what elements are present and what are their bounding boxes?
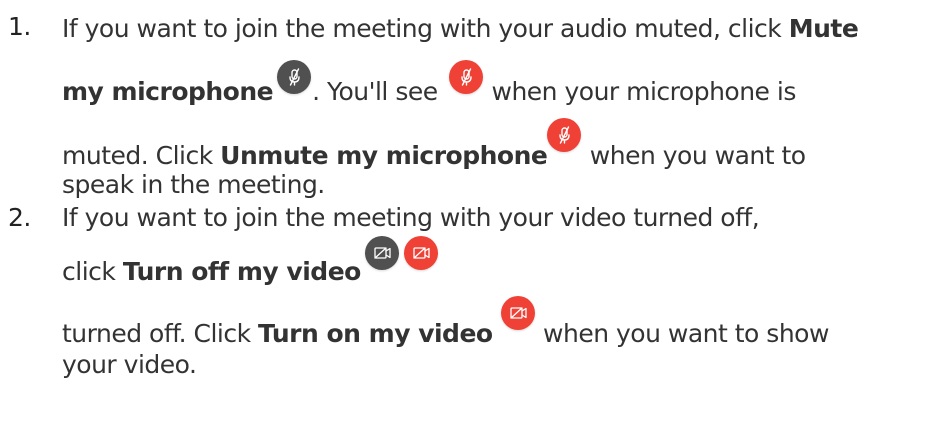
instruction-step-1: 1. If you want to join the meeting with … [0, 0, 922, 199]
instruction-step-2: 2. If you want to join the meeting with … [0, 198, 922, 422]
step-text: If you want to join the meeting with you… [62, 14, 789, 43]
step-body: If you want to join the meeting with you… [62, 198, 922, 386]
mute-label: my microphone [62, 77, 274, 106]
unmute-label: Unmute my microphone [220, 141, 548, 170]
step-line: my microphone . You'll see when your micr… [62, 60, 922, 118]
step-number: 1. [8, 12, 31, 41]
video-off-icon [364, 236, 399, 270]
step-text: . You'll see [312, 77, 446, 106]
step-text: turned off. Click [62, 319, 259, 348]
step-text: click [62, 257, 123, 286]
step-text: when your microphone is [484, 77, 797, 106]
video-off-icon [403, 236, 438, 270]
mute-label: Mute [788, 14, 859, 43]
microphone-muted-icon [547, 118, 582, 152]
step-number: 2. [8, 203, 31, 232]
step-line: If you want to join the meeting with you… [62, 0, 922, 60]
step-line: turned off. Click Turn on my video when … [62, 296, 922, 350]
instruction-list: 1. If you want to join the meeting with … [0, 0, 930, 422]
turn-off-video-label: Turn off my video [122, 257, 362, 286]
step-line: click Turn off my video [62, 236, 922, 296]
step-text: when you want to [582, 141, 806, 170]
step-text: your video. [62, 350, 197, 379]
step-text: muted. Click [62, 141, 221, 170]
step-text: when you want to show [535, 319, 829, 348]
step-line: If you want to join the meeting with you… [62, 198, 922, 236]
microphone-muted-icon [277, 60, 312, 94]
step-body: If you want to join the meeting with you… [62, 0, 922, 204]
step-text: speak in the meeting. [62, 170, 325, 199]
step-line: muted. Click Unmute my microphone when y… [62, 118, 922, 170]
step-text: If you want to join the meeting with you… [62, 203, 760, 232]
step-line: your video. [62, 350, 922, 386]
video-off-icon [500, 296, 535, 330]
microphone-muted-icon [449, 60, 484, 94]
turn-on-video-label: Turn on my video [258, 319, 493, 348]
